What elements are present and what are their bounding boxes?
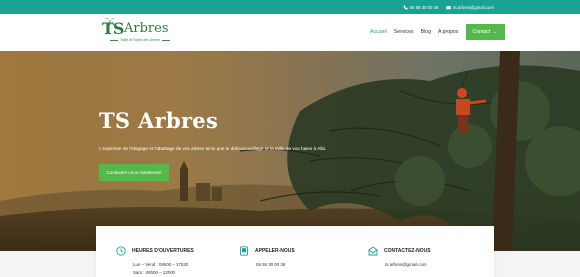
nav-item-blog[interactable]: Blog — [421, 29, 431, 35]
arrow-right-icon: → — [492, 29, 498, 35]
envelope-icon — [446, 5, 452, 9]
contact-email[interactable]: ts.arbres@gmail.com — [385, 262, 431, 267]
contact-button-label: Contact — [472, 29, 491, 35]
topbar-phone-text: 06 59 30 00 39 — [409, 4, 439, 10]
hero-subtitle: L'expertise de l'élagage et l'abattage d… — [99, 146, 327, 151]
nav-item-services[interactable]: Services — [394, 29, 414, 35]
contact-title: CONTACTEZ-NOUS — [384, 248, 431, 254]
site-logo[interactable]: TS Arbres Taille et Soins des Arbres — [102, 18, 192, 44]
envelope-open-icon — [368, 246, 378, 256]
phone-icon — [403, 5, 408, 9]
nav-item-accueil[interactable]: Accueil — [370, 29, 387, 35]
topbar-email[interactable]: ts.arbres@gmail.com — [446, 5, 494, 10]
call-block: APPELER-NOUS 06 59 30 00 39 — [239, 246, 295, 267]
hero-section: TS Arbres L'expertise de l'élagage et l'… — [0, 51, 580, 251]
hours-saturday: Sam : 09h00 – 12h00 — [133, 270, 175, 275]
contact-button[interactable]: Contact → — [465, 24, 505, 40]
hero-contact-button-label: Contactez-nous maintenant — [106, 170, 162, 175]
hero-contact-button[interactable]: Contactez-nous maintenant — [99, 164, 169, 181]
hours-weekdays: Lun – Vend : 09h00 – 17h30 — [133, 262, 189, 267]
phone-icon — [240, 246, 248, 256]
clock-icon — [116, 246, 126, 256]
top-bar: 06 59 30 00 39 ts.arbres@gmail.com — [0, 0, 580, 14]
hours-block: HEURES D'OUVERTURES Lun – Vend : 09h00 –… — [116, 246, 194, 275]
logo-tagline: Taille et Soins des Arbres — [108, 38, 172, 42]
hero-background-image — [0, 51, 580, 251]
contact-block: CONTACTEZ-NOUS ts.arbres@gmail.com — [368, 246, 431, 267]
call-phone[interactable]: 06 59 30 00 39 — [256, 262, 295, 267]
topbar-email-text: ts.arbres@gmail.com — [453, 4, 494, 10]
hours-title: HEURES D'OUVERTURES — [132, 248, 194, 254]
call-title: APPELER-NOUS — [255, 248, 295, 254]
hero-title: TS Arbres — [99, 108, 219, 133]
info-card: HEURES D'OUVERTURES Lun – Vend : 09h00 –… — [96, 226, 494, 277]
site-header: TS Arbres Taille et Soins des Arbres Acc… — [0, 14, 580, 51]
logo-mark: TS — [102, 19, 124, 38]
topbar-phone[interactable]: 06 59 30 00 39 — [403, 4, 439, 10]
nav-item-apropos[interactable]: A propos — [438, 29, 458, 35]
logo-name: Arbres — [124, 21, 169, 36]
main-nav: Accueil Services Blog A propos Contact → — [370, 24, 505, 40]
